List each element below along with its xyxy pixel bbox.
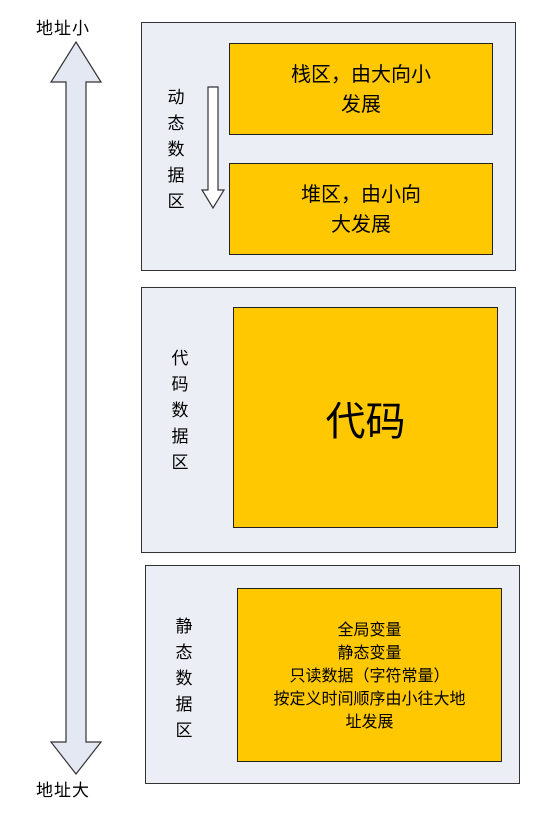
static-region-label: 静 态 数 据 区 xyxy=(175,617,193,741)
dynamic-data-region: 动 态 数 据 区 栈区，由大向小 发展 堆区，由小向 大发展 xyxy=(141,22,516,271)
code-box-text: 代码 xyxy=(325,398,406,445)
heap-area-text: 堆区，由小向 大发展 xyxy=(301,182,421,236)
code-box: 代码 xyxy=(233,307,498,528)
static-data-region: 静 态 数 据 区 全局变量 静态变量 只读数据（字符常量） 按定义时间顺序由小… xyxy=(145,565,520,784)
stack-area-box: 栈区，由大向小 发展 xyxy=(229,43,493,135)
code-data-region: 代 码 数 据 区 代码 xyxy=(141,287,516,553)
code-region-label: 代 码 数 据 区 xyxy=(171,349,189,473)
stack-area-text: 栈区，由大向小 发展 xyxy=(291,62,431,116)
down-arrow-icon xyxy=(200,86,226,210)
static-data-box: 全局变量 静态变量 只读数据（字符常量） 按定义时间顺序由小往大地 址发展 xyxy=(237,588,502,762)
address-axis-double-arrow-icon xyxy=(49,40,103,775)
static-data-text: 全局变量 静态变量 只读数据（字符常量） 按定义时间顺序由小往大地 址发展 xyxy=(273,619,466,731)
dynamic-region-label: 动 态 数 据 区 xyxy=(167,88,185,212)
heap-area-box: 堆区，由小向 大发展 xyxy=(229,163,493,255)
